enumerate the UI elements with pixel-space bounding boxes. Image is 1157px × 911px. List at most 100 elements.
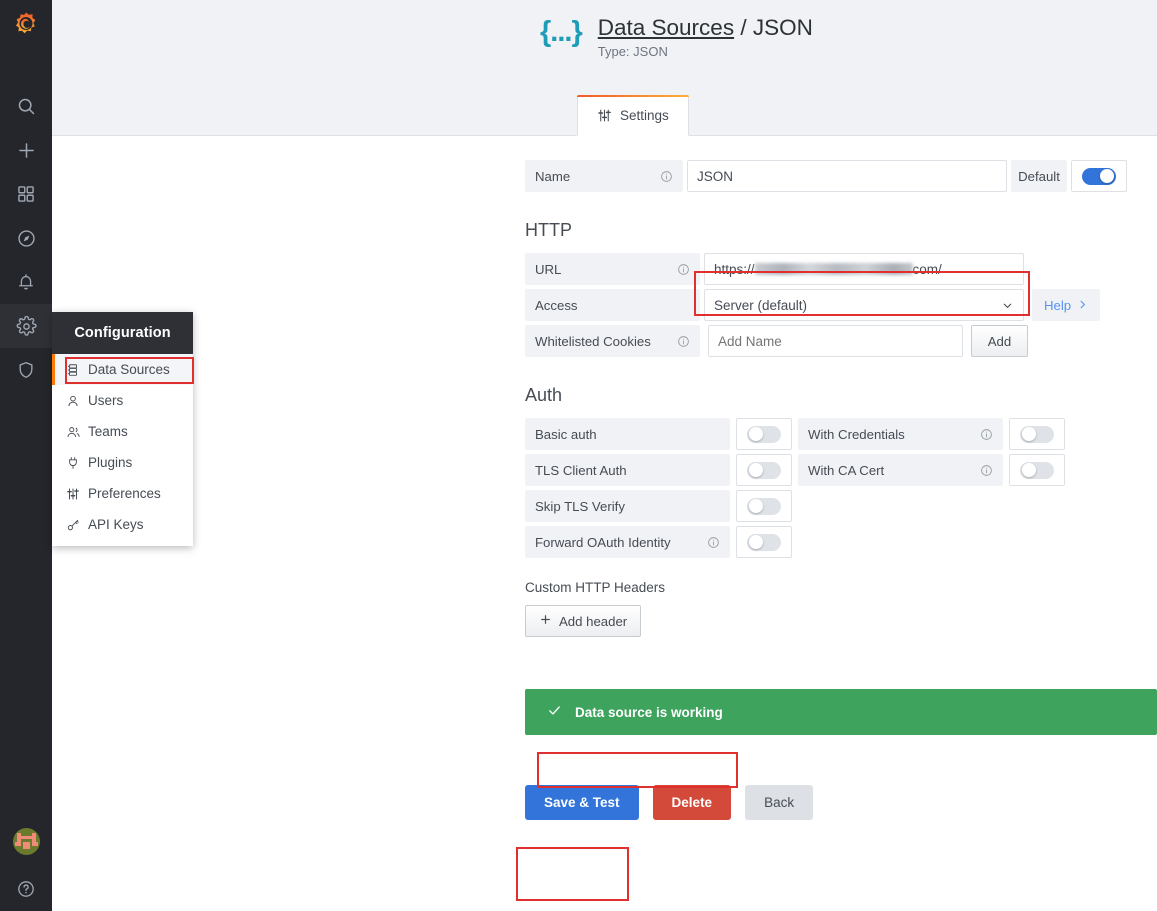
rail-item-configuration[interactable] — [0, 304, 52, 348]
skip-tls-verify-toggle-switch[interactable] — [747, 497, 781, 515]
info-circle-icon[interactable] — [677, 335, 690, 348]
config-item-users[interactable]: Users — [52, 385, 193, 416]
config-item-api-keys[interactable]: API Keys — [52, 509, 193, 540]
info-circle-icon[interactable] — [980, 428, 993, 441]
rail-item-dashboards[interactable] — [0, 172, 52, 216]
back-button[interactable]: Back — [745, 785, 814, 820]
access-select-value: Server (default) — [714, 297, 808, 313]
rail-item-create[interactable] — [0, 128, 52, 172]
breadcrumb: {...} Data Sources / JSON Type: JSON — [540, 14, 813, 59]
name-input[interactable]: JSON — [687, 160, 1007, 192]
sliders-icon — [597, 108, 612, 123]
auth-row-tls-client: TLS Client Auth With CA Cert — [525, 454, 1157, 486]
add-header-button-label: Add header — [559, 613, 628, 629]
info-circle-icon[interactable] — [980, 464, 993, 477]
help-question-icon[interactable] — [0, 867, 52, 911]
save-and-test-button[interactable]: Save & Test — [525, 785, 639, 820]
settings-form: Name JSON Default HTTP URL https:// com/… — [525, 160, 1157, 820]
config-item-label: Users — [88, 393, 124, 408]
auth-section-title: Auth — [525, 385, 563, 405]
with-credentials-toggle-switch[interactable] — [1020, 425, 1054, 443]
config-item-teams[interactable]: Teams — [52, 416, 193, 447]
name-label: Name — [525, 160, 683, 192]
database-icon — [66, 363, 88, 377]
skip-tls-verify-label: Skip TLS Verify — [525, 490, 730, 522]
url-row: URL https:// com/ — [525, 253, 1157, 285]
tab-settings-label: Settings — [620, 108, 669, 123]
auth-row-basic: Basic auth With Credentials — [525, 418, 1157, 450]
url-value-prefix: https:// — [714, 261, 755, 277]
json-braces-icon: {...} — [540, 16, 583, 48]
breadcrumb-link-data-sources[interactable]: Data Sources — [598, 15, 734, 40]
url-input[interactable]: https:// com/ — [704, 253, 1024, 285]
page-subtitle: Type: JSON — [597, 44, 668, 60]
rail-item-search[interactable] — [0, 84, 52, 128]
whitelisted-cookies-input[interactable] — [708, 325, 963, 357]
auth-row-forward-oauth: Forward OAuth Identity — [525, 526, 1157, 558]
tls-client-auth-label: TLS Client Auth — [525, 454, 730, 486]
form-actions: Save & Test Delete Back — [525, 785, 1157, 820]
delete-button[interactable]: Delete — [652, 785, 732, 820]
with-ca-cert-toggle-switch[interactable] — [1020, 461, 1054, 479]
auth-row-skip-tls: Skip TLS Verify — [525, 490, 1157, 522]
info-circle-icon[interactable] — [677, 263, 690, 276]
default-label: Default — [1011, 160, 1067, 192]
tab-settings[interactable]: Settings — [577, 95, 689, 136]
page-title: Data Sources / JSON — [598, 14, 813, 42]
custom-http-headers-title: Custom HTTP Headers — [525, 580, 666, 595]
http-section-title: HTTP — [525, 220, 572, 240]
name-row: Name JSON Default — [525, 160, 1157, 192]
config-menu-title: Configuration — [52, 312, 193, 354]
user-icon — [66, 394, 88, 408]
access-select[interactable]: Server (default) — [704, 289, 1024, 321]
with-ca-cert-label: With CA Cert — [798, 454, 1003, 486]
add-cookie-button[interactable]: Add — [971, 325, 1028, 357]
access-row: Access Server (default) Help — [525, 289, 1157, 321]
basic-auth-toggle[interactable] — [736, 418, 792, 450]
config-item-label: API Keys — [88, 517, 144, 532]
with-credentials-label: With Credentials — [798, 418, 1003, 450]
skip-tls-verify-toggle[interactable] — [736, 490, 792, 522]
status-alert: Data source is working — [525, 689, 1157, 735]
config-item-label: Preferences — [88, 486, 161, 501]
name-label-text: Name — [535, 168, 571, 184]
add-header-button[interactable]: Add header — [525, 605, 642, 637]
forward-oauth-identity-label-text: Forward OAuth Identity — [535, 534, 671, 550]
plug-icon — [66, 456, 88, 470]
grafana-logo-icon[interactable] — [0, 0, 52, 52]
rail-item-explore[interactable] — [0, 216, 52, 260]
tls-client-auth-toggle-switch[interactable] — [747, 461, 781, 479]
whitelisted-cookies-label-text: Whitelisted Cookies — [535, 333, 651, 349]
basic-auth-toggle-switch[interactable] — [747, 425, 781, 443]
access-label: Access — [525, 289, 700, 321]
forward-oauth-identity-toggle-switch[interactable] — [747, 533, 781, 551]
check-icon — [547, 703, 562, 721]
default-toggle-switch[interactable] — [1082, 167, 1116, 185]
chevron-right-icon — [1077, 298, 1088, 313]
config-item-plugins[interactable]: Plugins — [52, 447, 193, 478]
breadcrumb-current: JSON — [752, 15, 813, 40]
rail-item-server-admin[interactable] — [0, 348, 52, 392]
with-ca-cert-toggle[interactable] — [1009, 454, 1065, 486]
tls-client-auth-toggle[interactable] — [736, 454, 792, 486]
info-circle-icon[interactable] — [707, 536, 720, 549]
basic-auth-label: Basic auth — [525, 418, 730, 450]
help-link[interactable]: Help — [1032, 289, 1101, 321]
default-toggle[interactable] — [1071, 160, 1127, 192]
url-label: URL — [525, 253, 700, 285]
avatar[interactable] — [0, 815, 52, 867]
forward-oauth-identity-label: Forward OAuth Identity — [525, 526, 730, 558]
help-link-label: Help — [1044, 297, 1072, 313]
forward-oauth-identity-toggle[interactable] — [736, 526, 792, 558]
info-circle-icon[interactable] — [660, 170, 673, 183]
config-item-label: Teams — [88, 424, 128, 439]
config-item-data-sources[interactable]: Data Sources — [52, 354, 193, 385]
url-value-redacted — [754, 263, 913, 275]
config-item-preferences[interactable]: Preferences — [52, 478, 193, 509]
with-credentials-toggle[interactable] — [1009, 418, 1065, 450]
status-alert-message: Data source is working — [575, 704, 723, 720]
left-nav-rail — [0, 0, 52, 911]
whitelisted-cookies-row: Whitelisted Cookies Add — [525, 325, 1157, 357]
rail-item-alerting[interactable] — [0, 260, 52, 304]
highlight-save-test — [516, 847, 629, 901]
